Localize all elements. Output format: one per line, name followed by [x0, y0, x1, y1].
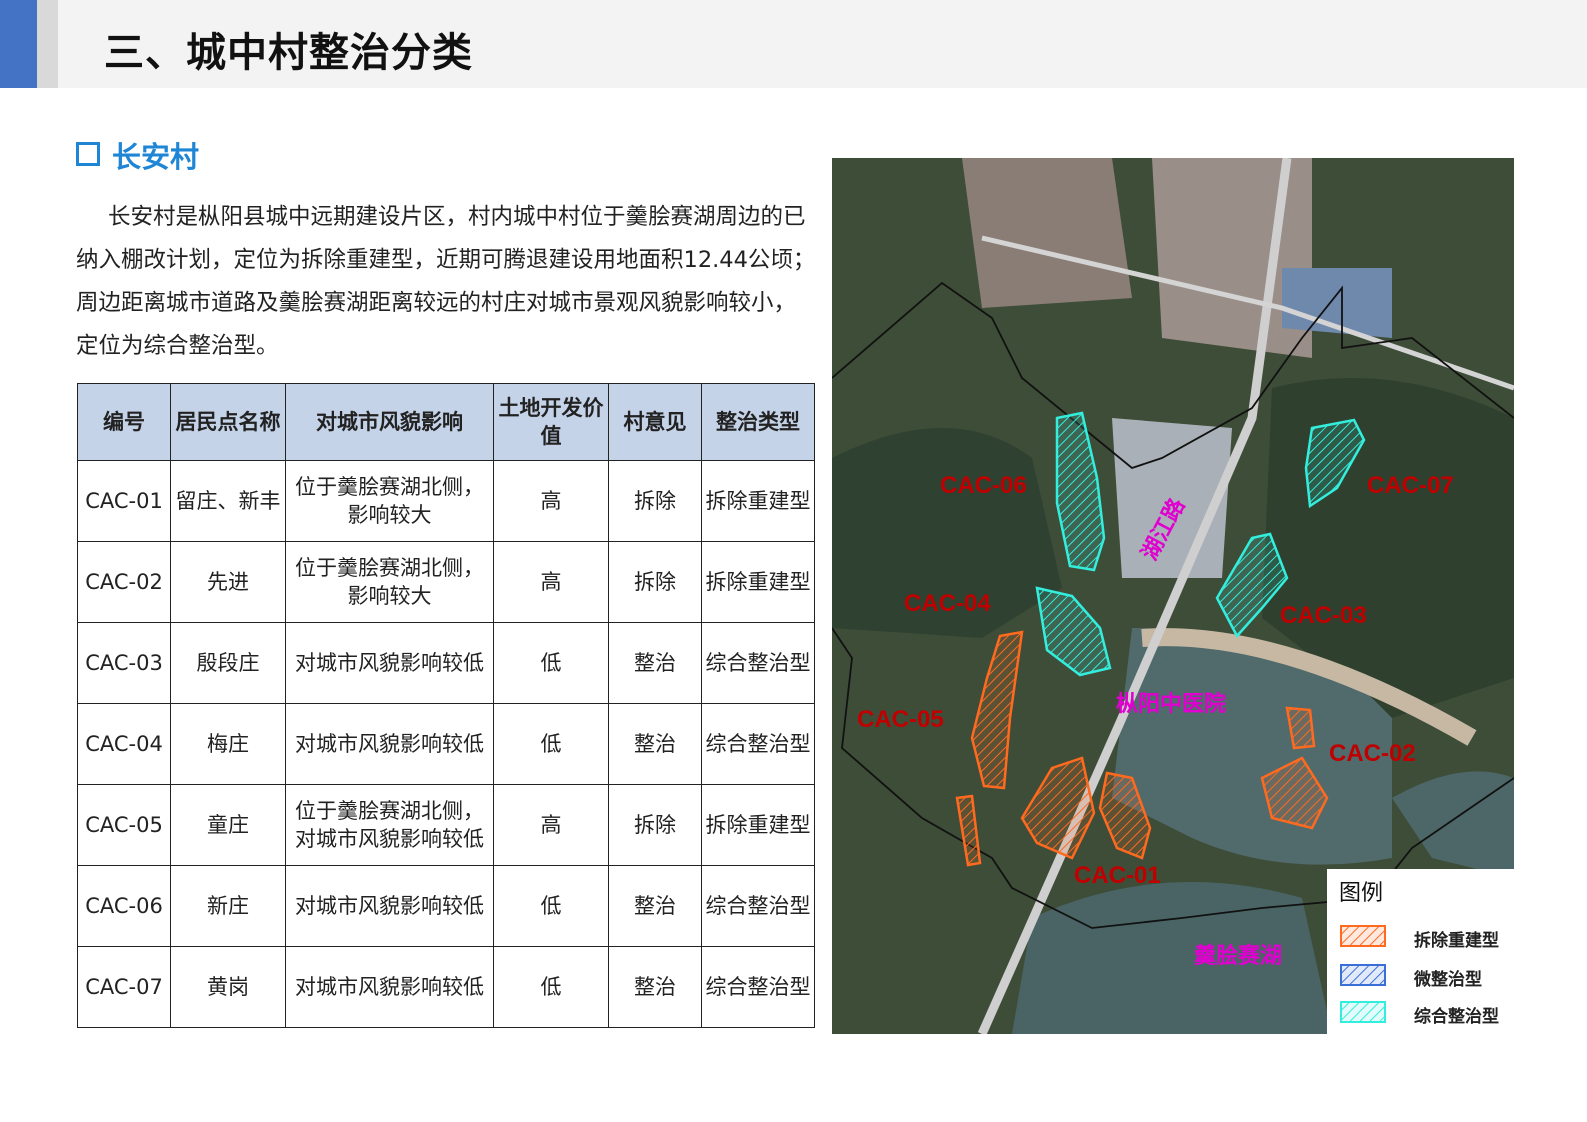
map-label-lake: 羹脍赛湖 — [1194, 943, 1283, 968]
cell-name: 留庄、新丰 — [170, 460, 286, 542]
section-heading: 长安村 — [76, 134, 199, 176]
col-header-value: 土地开发价值 — [493, 383, 609, 461]
map-label-cac-04: CAC-04 — [904, 590, 991, 617]
table-row: CAC-05 童庄 位于羹脍赛湖北侧，对城市风貌影响较低 高 拆除 拆除重建型 — [77, 784, 815, 866]
cell-type: 综合整治型 — [701, 946, 815, 1028]
cell-impact: 对城市风貌影响较低 — [285, 622, 494, 704]
map-label-cac-07: CAC-07 — [1367, 472, 1454, 499]
cell-name: 黄岗 — [170, 946, 286, 1028]
table-header-row: 编号 居民点名称 对城市风貌影响 土地开发价值 村意见 整治类型 — [77, 383, 815, 461]
cell-value: 低 — [493, 622, 609, 704]
cell-impact: 位于羹脍赛湖北侧，影响较大 — [285, 541, 494, 623]
cell-type: 拆除重建型 — [701, 460, 815, 542]
map-label-cac-06: CAC-06 — [940, 472, 1027, 499]
cell-value: 低 — [493, 703, 609, 785]
map-label-cac-03: CAC-03 — [1280, 602, 1367, 629]
col-header-impact: 对城市风貌影响 — [285, 383, 494, 461]
map-label-cac-02: CAC-02 — [1329, 740, 1416, 767]
table-row: CAC-07 黄岗 对城市风貌影响较低 低 整治 综合整治型 — [77, 946, 815, 1028]
cell-impact: 位于羹脍赛湖北侧，对城市风貌影响较低 — [285, 784, 494, 866]
page-title: 三、城中村整治分类 — [104, 30, 473, 76]
cell-value: 高 — [493, 460, 609, 542]
map-label-hospital: 枞阳中医院 — [1116, 691, 1227, 716]
legend-label-demolish: 拆除重建型 — [1414, 931, 1499, 951]
col-header-name: 居民点名称 — [170, 383, 286, 461]
table-row: CAC-02 先进 位于羹脍赛湖北侧，影响较大 高 拆除 拆除重建型 — [77, 541, 815, 623]
cell-impact: 对城市风貌影响较低 — [285, 946, 494, 1028]
header-bar: 三、城中村整治分类 — [0, 0, 1587, 88]
table-row: CAC-03 殷段庄 对城市风貌影响较低 低 整治 综合整治型 — [77, 622, 815, 704]
cell-opinion: 整治 — [608, 865, 702, 947]
legend-label-micro: 微整治型 — [1414, 970, 1482, 990]
legend-swatch-blue — [1340, 964, 1386, 986]
cell-type: 拆除重建型 — [701, 541, 815, 623]
legend-title: 图例 — [1339, 881, 1384, 906]
cell-value: 高 — [493, 784, 609, 866]
urban-block-north-west — [962, 158, 1132, 308]
col-header-id: 编号 — [77, 383, 171, 461]
legend-swatch-orange — [1340, 925, 1386, 947]
cell-name: 先进 — [170, 541, 286, 623]
section-title: 长安村 — [112, 140, 200, 174]
cell-id: CAC-07 — [77, 946, 171, 1028]
cell-id: CAC-05 — [77, 784, 171, 866]
cell-type: 拆除重建型 — [701, 784, 815, 866]
classification-table: 编号 居民点名称 对城市风貌影响 土地开发价值 村意见 整治类型 CAC-01 … — [77, 383, 815, 1028]
cell-opinion: 整治 — [608, 703, 702, 785]
table-row: CAC-06 新庄 对城市风貌影响较低 低 整治 综合整治型 — [77, 865, 815, 947]
legend-swatch-cyan — [1340, 1001, 1386, 1023]
table-row: CAC-01 留庄、新丰 位于羹脍赛湖北侧，影响较大 高 拆除 拆除重建型 — [77, 460, 815, 542]
cell-impact: 位于羹脍赛湖北侧，影响较大 — [285, 460, 494, 542]
cell-impact: 对城市风貌影响较低 — [285, 703, 494, 785]
cell-opinion: 拆除 — [608, 541, 702, 623]
col-header-opinion: 村意见 — [608, 383, 702, 461]
cell-name: 梅庄 — [170, 703, 286, 785]
cell-opinion: 拆除 — [608, 784, 702, 866]
map-label-cac-01: CAC-01 — [1074, 862, 1161, 889]
map-label-cac-05: CAC-05 — [857, 706, 944, 733]
cell-id: CAC-06 — [77, 865, 171, 947]
cell-name: 童庄 — [170, 784, 286, 866]
header-accent-blue — [0, 0, 37, 88]
cell-type: 综合整治型 — [701, 865, 815, 947]
cell-opinion: 拆除 — [608, 460, 702, 542]
cell-value: 低 — [493, 865, 609, 947]
legend-label-comprehensive: 综合整治型 — [1414, 1007, 1499, 1027]
cell-impact: 对城市风貌影响较低 — [285, 865, 494, 947]
cell-name: 殷段庄 — [170, 622, 286, 704]
cell-id: CAC-04 — [77, 703, 171, 785]
cell-id: CAC-02 — [77, 541, 171, 623]
cell-value: 低 — [493, 946, 609, 1028]
cell-value: 高 — [493, 541, 609, 623]
col-header-type: 整治类型 — [701, 383, 815, 461]
cell-id: CAC-01 — [77, 460, 171, 542]
map-legend: 图例 拆除重建型 微整治型 综合整治型 — [1327, 869, 1515, 1035]
description-paragraph: 长安村是枞阳县城中远期建设片区，村内城中村位于羹脍赛湖周边的已纳入棚改计划，定位… — [76, 204, 816, 359]
cell-opinion: 整治 — [608, 622, 702, 704]
square-bullet-icon — [76, 142, 100, 166]
cell-type: 综合整治型 — [701, 703, 815, 785]
header-accent-gray — [37, 0, 58, 88]
cell-opinion: 整治 — [608, 946, 702, 1028]
cell-type: 综合整治型 — [701, 622, 815, 704]
table-row: CAC-04 梅庄 对城市风貌影响较低 低 整治 综合整治型 — [77, 703, 815, 785]
cell-name: 新庄 — [170, 865, 286, 947]
cell-id: CAC-03 — [77, 622, 171, 704]
